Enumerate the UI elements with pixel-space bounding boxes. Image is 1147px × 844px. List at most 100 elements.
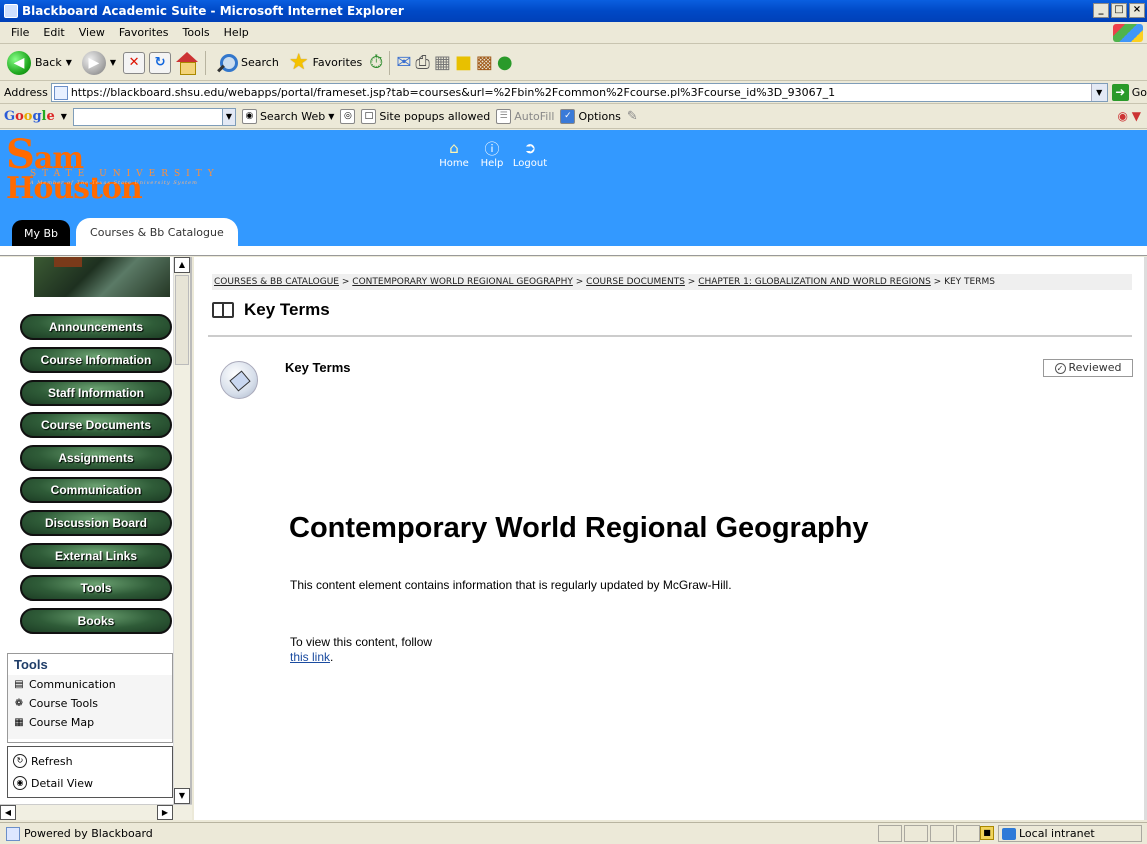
course-menu-frame: Announcements Course Information Staff I… bbox=[0, 257, 192, 820]
sidebar-item-books[interactable]: Books bbox=[20, 608, 172, 634]
breadcrumb-link-course[interactable]: CONTEMPORARY WORLD REGIONAL GEOGRAPHY bbox=[352, 277, 573, 287]
sidebar-item-assignments[interactable]: Assignments bbox=[20, 445, 172, 471]
close-button[interactable]: × bbox=[1129, 3, 1145, 18]
header-divider bbox=[0, 246, 1147, 256]
header-logout-link[interactable]: ➲ Logout bbox=[512, 138, 548, 169]
sidebar-item-external-links[interactable]: External Links bbox=[20, 543, 172, 569]
pagerank-icon[interactable]: ◎ bbox=[340, 109, 356, 124]
scroll-down-icon[interactable]: ▼ bbox=[174, 788, 190, 804]
history-icon[interactable]: ⏱ bbox=[369, 52, 383, 74]
mail-icon[interactable]: ✉ bbox=[396, 52, 411, 74]
logo-subtitle: STATE UNIVERSITY bbox=[30, 169, 220, 179]
pencil-icon[interactable]: ✎ bbox=[627, 106, 638, 128]
back-dropdown-icon[interactable]: ▼ bbox=[66, 58, 72, 67]
scroll-thumb[interactable] bbox=[175, 275, 189, 365]
portal-tabs: My Bb Courses & Bb Catalogue bbox=[12, 218, 238, 248]
search-web-dropdown-icon[interactable]: ▼ bbox=[328, 112, 334, 121]
breadcrumb-link-course-documents[interactable]: COURSE DOCUMENTS bbox=[586, 277, 685, 287]
refresh-icon[interactable]: ↻ bbox=[149, 51, 172, 74]
menu-edit[interactable]: Edit bbox=[36, 26, 71, 39]
sidebar-item-announcements[interactable]: Announcements bbox=[20, 314, 172, 340]
logout-icon: ➲ bbox=[523, 139, 537, 157]
menu-help[interactable]: Help bbox=[217, 26, 256, 39]
forward-button[interactable]: ▶ ▼ bbox=[79, 48, 119, 78]
stop-icon[interactable]: ✕ bbox=[123, 51, 146, 74]
external-content-link[interactable]: this link bbox=[290, 650, 330, 664]
content-item-heading: Key Terms bbox=[285, 360, 351, 375]
messenger-icon[interactable]: ● bbox=[497, 52, 513, 74]
search-web-button[interactable]: ◉ Search Web ▼ bbox=[241, 109, 334, 124]
tab-my-bb[interactable]: My Bb bbox=[12, 220, 71, 248]
popup-icon: □ bbox=[361, 109, 377, 124]
checkmark-icon: ✓ bbox=[1054, 363, 1066, 374]
autofill-button[interactable]: ☰ AutoFill bbox=[496, 109, 554, 124]
window-title: Blackboard Academic Suite - Microsoft In… bbox=[22, 4, 404, 18]
menu-tools[interactable]: Tools bbox=[176, 26, 217, 39]
status-cell bbox=[956, 825, 980, 842]
refresh-link[interactable]: ↻ Refresh bbox=[8, 750, 172, 772]
sidebar-item-communication[interactable]: Communication bbox=[20, 477, 172, 503]
tool-course-tools-link[interactable]: ❁ Course Tools bbox=[8, 694, 172, 713]
menu-file[interactable]: File bbox=[4, 26, 36, 39]
sidebar-item-course-information[interactable]: Course Information bbox=[20, 347, 172, 373]
reviewed-button[interactable]: ✓ Reviewed bbox=[1043, 359, 1133, 377]
minimize-button[interactable]: _ bbox=[1093, 3, 1109, 18]
scroll-right-icon[interactable]: ▶ bbox=[157, 805, 173, 820]
secure-lock-icon[interactable]: ■ bbox=[980, 826, 994, 840]
research-icon[interactable]: ▩ bbox=[476, 52, 493, 74]
home-icon[interactable] bbox=[175, 51, 199, 75]
content-frame: COURSES & BB CATALOGUE > CONTEMPORARY WO… bbox=[194, 257, 1147, 820]
google-menu-dropdown-icon[interactable]: ▼ bbox=[61, 112, 67, 121]
edit-icon[interactable]: ▦ bbox=[434, 52, 451, 74]
back-label: Back bbox=[35, 56, 62, 69]
tool-communication-link[interactable]: ▤ Communication bbox=[8, 675, 172, 694]
tool-communication-label: Communication bbox=[29, 678, 116, 691]
tab-courses-catalogue[interactable]: Courses & Bb Catalogue bbox=[76, 218, 238, 248]
sidebar-item-course-documents[interactable]: Course Documents bbox=[20, 412, 172, 438]
toolbar-extension-icon[interactable]: ◉ ▼ bbox=[1117, 109, 1141, 123]
search-button[interactable]: Search bbox=[212, 48, 282, 78]
header-home-link[interactable]: ⌂ Home bbox=[436, 138, 472, 169]
tools-icon: ❁ bbox=[14, 697, 24, 709]
breadcrumb-separator: > bbox=[687, 277, 696, 287]
go-button[interactable]: ➜ Go bbox=[1111, 84, 1147, 101]
detail-view-link[interactable]: ◉ Detail View bbox=[8, 772, 172, 794]
google-search-input[interactable] bbox=[72, 107, 223, 126]
forward-dropdown-icon[interactable]: ▼ bbox=[110, 58, 116, 67]
address-label: Address bbox=[4, 86, 48, 99]
address-input[interactable]: https://blackboard.shsu.edu/webapps/port… bbox=[50, 83, 1108, 102]
status-cells bbox=[878, 825, 980, 842]
scroll-left-icon[interactable]: ◀ bbox=[0, 805, 16, 820]
popup-blocker-button[interactable]: □ Site popups allowed bbox=[361, 109, 490, 124]
tools-panel-title: Tools bbox=[8, 654, 172, 675]
content-paragraph: This content element contains informatio… bbox=[290, 578, 732, 592]
maximize-button[interactable]: □ bbox=[1111, 3, 1127, 18]
binoculars-icon: ◉ bbox=[241, 109, 257, 124]
favorites-button[interactable]: ★ Favorites bbox=[286, 48, 365, 78]
breadcrumb-link-chapter[interactable]: CHAPTER 1: GLOBALIZATION AND WORLD REGIO… bbox=[698, 277, 931, 287]
google-search-dropdown-icon[interactable]: ▼ bbox=[221, 107, 236, 126]
google-logo[interactable]: Google bbox=[4, 109, 55, 124]
tool-course-map-link[interactable]: ▦ Course Map bbox=[8, 713, 172, 732]
scroll-up-icon[interactable]: ▲ bbox=[174, 257, 190, 273]
sidebar-vertical-scrollbar[interactable]: ▲ ▼ bbox=[173, 257, 190, 804]
windows-logo-icon bbox=[1113, 24, 1143, 42]
sidebar-item-staff-information[interactable]: Staff Information bbox=[20, 380, 172, 406]
sidebar-item-tools[interactable]: Tools bbox=[20, 575, 172, 601]
header-help-link[interactable]: ⓘ Help bbox=[474, 138, 510, 170]
breadcrumb-link-courses[interactable]: COURSES & BB CATALOGUE bbox=[214, 277, 339, 287]
refresh-label: Refresh bbox=[31, 754, 73, 768]
header-logout-label: Logout bbox=[512, 158, 548, 169]
menu-view[interactable]: View bbox=[72, 26, 112, 39]
book-icon bbox=[212, 302, 234, 318]
address-dropdown-icon[interactable]: ▼ bbox=[1090, 84, 1107, 101]
menu-favorites[interactable]: Favorites bbox=[112, 26, 176, 39]
options-button[interactable]: ✓ Options bbox=[560, 109, 621, 124]
search-label: Search bbox=[241, 56, 279, 69]
sidebar-horizontal-scrollbar[interactable]: ◀ ▶ bbox=[0, 804, 192, 820]
note-icon[interactable]: ■ bbox=[455, 52, 472, 74]
sidebar-item-discussion-board[interactable]: Discussion Board bbox=[20, 510, 172, 536]
print-icon[interactable]: ⎙ bbox=[415, 52, 429, 74]
home-icon: ⌂ bbox=[449, 139, 459, 157]
back-button[interactable]: ◀ Back ▼ bbox=[4, 48, 75, 78]
